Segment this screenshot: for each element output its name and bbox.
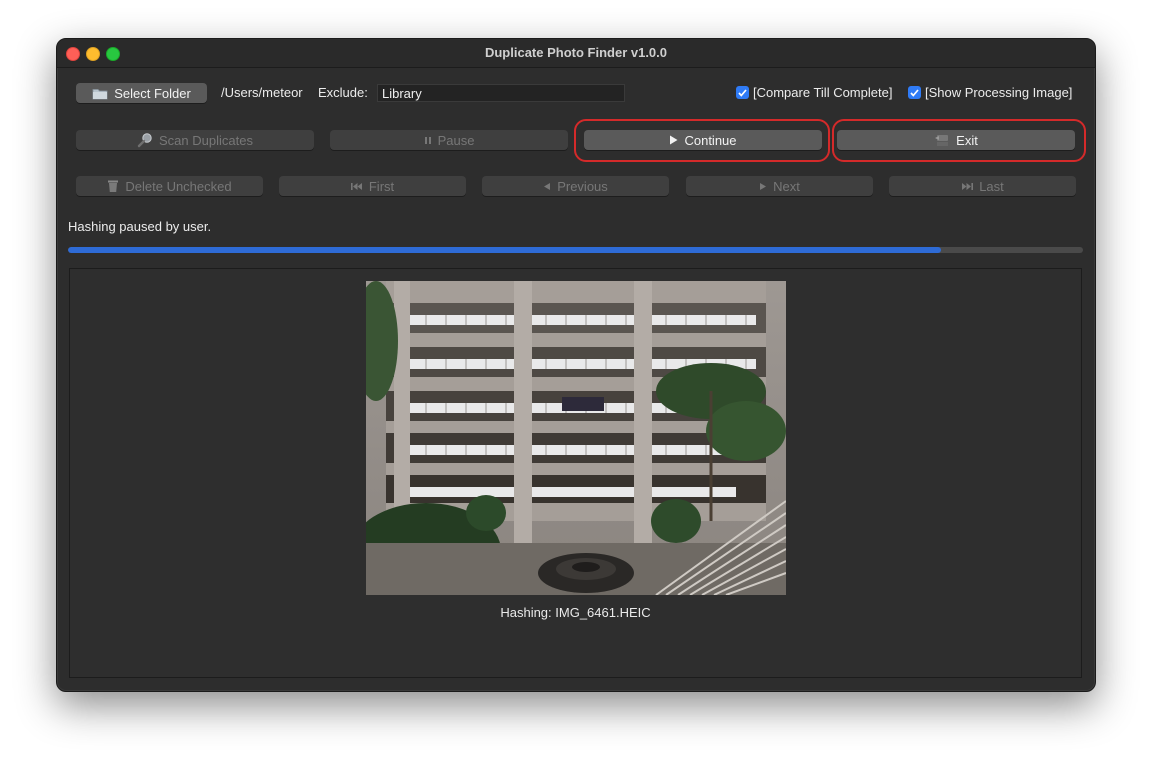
select-folder-button[interactable]: Select Folder [76, 83, 207, 103]
folder-path: /Users/meteor [221, 85, 303, 100]
show-processing-image-checkbox[interactable]: [Show Processing Image] [908, 85, 1072, 100]
previous-icon [543, 182, 551, 191]
magnifier-icon [137, 132, 153, 148]
first-button[interactable]: First [279, 176, 466, 196]
scan-duplicates-button[interactable]: Scan Duplicates [76, 130, 314, 150]
app-window: Duplicate Photo Finder v1.0.0 Select Fol… [56, 38, 1096, 692]
pause-label: Pause [437, 132, 475, 148]
exclude-label: Exclude: [318, 85, 368, 100]
previous-button[interactable]: Previous [482, 176, 669, 196]
exclude-input[interactable] [377, 84, 625, 102]
window-title: Duplicate Photo Finder v1.0.0 [484, 45, 668, 60]
next-label: Next [773, 178, 800, 194]
first-label: First [368, 178, 395, 194]
continue-highlight [574, 119, 830, 162]
preview-panel: Hashing: IMG_6461.HEIC [69, 268, 1082, 678]
title-bar: Duplicate Photo Finder v1.0.0 [57, 39, 1095, 68]
folder-icon [92, 87, 108, 100]
compare-till-complete-checkbox[interactable]: [Compare Till Complete] [736, 85, 892, 100]
trash-icon [107, 179, 119, 193]
checkmark-icon [736, 86, 749, 99]
compare-till-complete-label: [Compare Till Complete] [753, 85, 893, 100]
progress-bar [68, 247, 1083, 253]
previous-label: Previous [557, 178, 608, 194]
next-button[interactable]: Next [686, 176, 873, 196]
delete-unchecked-label: Delete Unchecked [125, 178, 232, 194]
skip-last-icon [961, 182, 974, 191]
last-button[interactable]: Last [889, 176, 1076, 196]
progress-fill [68, 247, 941, 253]
select-folder-label: Select Folder [114, 85, 191, 101]
preview-caption: Hashing: IMG_6461.HEIC [500, 605, 651, 620]
status-message: Hashing paused by user. [68, 219, 212, 234]
delete-unchecked-button[interactable]: Delete Unchecked [76, 176, 263, 196]
processing-image [366, 281, 786, 595]
pause-icon [424, 136, 432, 145]
show-processing-image-label: [Show Processing Image] [925, 85, 1073, 100]
checkmark-icon [908, 86, 921, 99]
skip-first-icon [350, 182, 363, 191]
next-icon [759, 182, 767, 191]
scan-duplicates-label: Scan Duplicates [159, 132, 253, 148]
last-label: Last [979, 178, 1004, 194]
pause-button[interactable]: Pause [330, 130, 568, 150]
exit-highlight [832, 119, 1086, 162]
